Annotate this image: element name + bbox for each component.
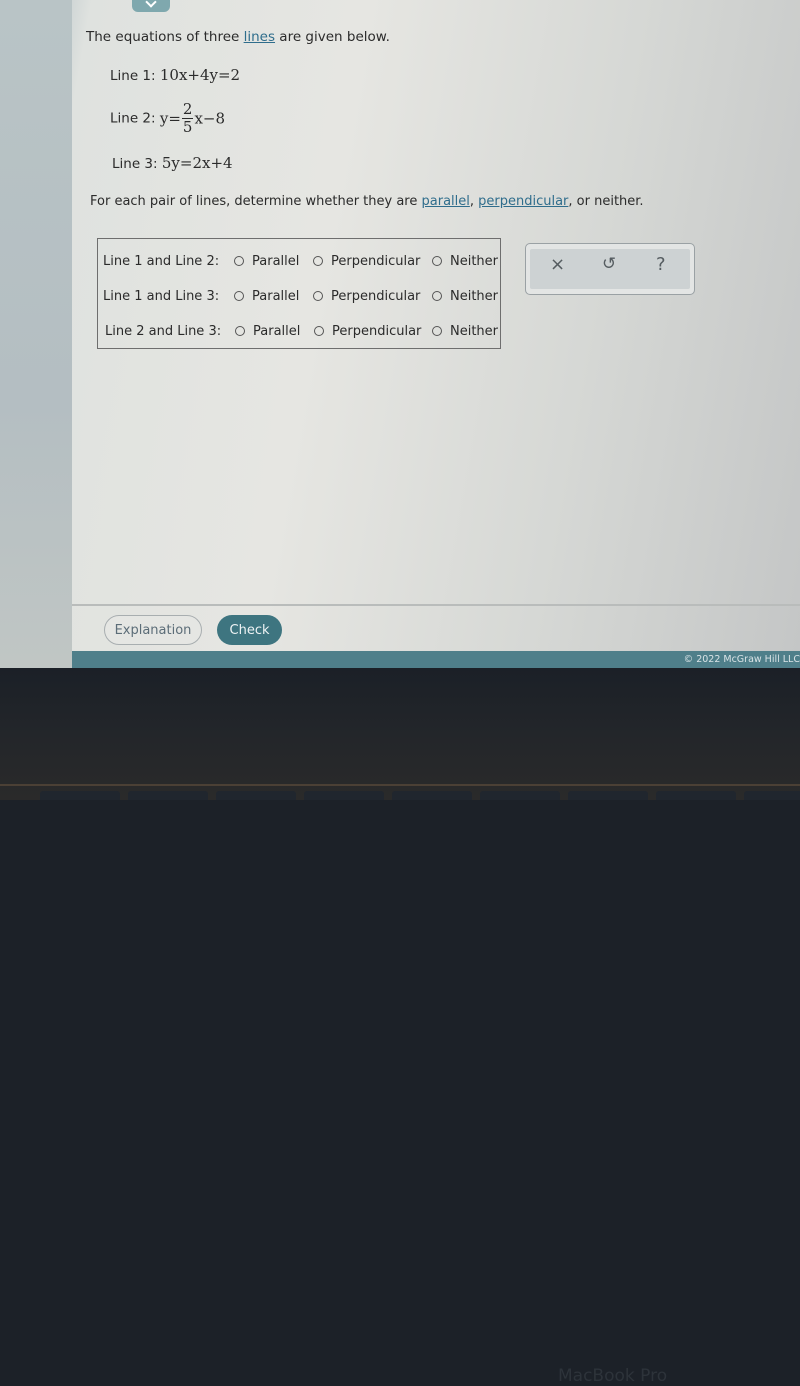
- equation-math: x−8: [194, 109, 226, 128]
- radio-button[interactable]: [432, 291, 442, 301]
- intro-text-end: are given below.: [275, 29, 390, 45]
- radio-button[interactable]: [234, 291, 244, 301]
- option-neither[interactable]: Neither: [432, 254, 498, 269]
- bezel-edge: [0, 784, 800, 786]
- key: [216, 791, 296, 800]
- equation-label: Line 3:: [112, 156, 162, 172]
- equation-line-2: Line 2: y= 2 5 x−8: [110, 102, 225, 135]
- intro-text: The equations of three: [86, 29, 244, 45]
- clear-icon[interactable]: ×: [550, 254, 565, 275]
- device-label: MacBook Pro: [558, 1366, 668, 1386]
- option-label: Neither: [450, 323, 499, 339]
- option-label: Parallel: [252, 288, 300, 304]
- equation-line-3: Line 3: 5y=2x+4: [112, 154, 233, 172]
- equation-line-1: Line 1: 10x+4y=2: [110, 66, 240, 84]
- equation-math: y=: [159, 109, 181, 128]
- keyboard-row: [0, 791, 800, 800]
- option-label: Parallel: [253, 323, 301, 339]
- question-intro: The equations of three lines are given b…: [86, 29, 390, 45]
- fraction: 25: [181, 100, 194, 136]
- lines-link[interactable]: lines: [244, 29, 275, 45]
- radio-button[interactable]: [313, 291, 323, 301]
- collapse-tab[interactable]: [132, 0, 170, 12]
- radio-button[interactable]: [432, 326, 442, 336]
- row-label: Line 1 and Line 2:: [103, 253, 220, 269]
- footer-bar: © 2022 McGraw Hill LLC: [72, 651, 800, 668]
- copyright-text: © 2022 McGraw Hill LLC: [683, 654, 800, 665]
- key: [656, 791, 736, 800]
- radio-button[interactable]: [432, 256, 442, 266]
- fraction-numerator: 2: [181, 100, 194, 119]
- option-perpendicular[interactable]: Perpendicular: [313, 289, 420, 304]
- option-label: Neither: [450, 288, 499, 304]
- equation-math: 10x+4y=2: [159, 66, 241, 84]
- row-label: Line 2 and Line 3:: [105, 323, 222, 339]
- option-parallel[interactable]: Parallel: [234, 289, 299, 304]
- option-label: Perpendicular: [331, 253, 421, 269]
- option-parallel[interactable]: Parallel: [235, 324, 300, 339]
- radio-button[interactable]: [313, 256, 323, 266]
- key: [480, 791, 560, 800]
- instruction: For each pair of lines, determine whethe…: [90, 194, 644, 209]
- instruction-text-end: , or neither.: [568, 194, 644, 209]
- option-perpendicular[interactable]: Perpendicular: [314, 324, 421, 339]
- equation-math: 5y=2x+4: [161, 154, 233, 172]
- key: [392, 791, 472, 800]
- equation-label: Line 1:: [110, 68, 160, 84]
- option-label: Perpendicular: [332, 323, 422, 339]
- left-sidebar: [0, 0, 72, 668]
- fraction-denominator: 5: [182, 118, 193, 136]
- key: [40, 791, 120, 800]
- radio-button[interactable]: [234, 256, 244, 266]
- option-label: Neither: [450, 253, 499, 269]
- radio-button[interactable]: [235, 326, 245, 336]
- option-label: Perpendicular: [331, 288, 421, 304]
- key: [568, 791, 648, 800]
- key: [128, 791, 208, 800]
- row-label: Line 1 and Line 3:: [103, 288, 220, 304]
- key: [304, 791, 384, 800]
- check-button[interactable]: Check: [217, 615, 282, 645]
- divider: [72, 604, 800, 606]
- undo-icon[interactable]: ↺: [602, 254, 616, 274]
- instruction-sep: ,: [469, 194, 479, 209]
- screen: The equations of three lines are given b…: [0, 0, 800, 668]
- laptop-bezel: MacBook Pro: [0, 668, 800, 1386]
- equation-label: Line 2:: [110, 110, 160, 127]
- answer-table: Line 1 and Line 2: Parallel Perpendicula…: [97, 238, 501, 349]
- tool-panel: × ↺ ?: [525, 243, 695, 295]
- radio-button[interactable]: [314, 326, 324, 336]
- option-neither[interactable]: Neither: [432, 289, 498, 304]
- option-parallel[interactable]: Parallel: [234, 254, 299, 269]
- perpendicular-link[interactable]: perpendicular: [478, 194, 568, 209]
- option-neither[interactable]: Neither: [432, 324, 498, 339]
- option-label: Parallel: [252, 253, 300, 269]
- help-icon[interactable]: ?: [656, 254, 666, 275]
- explanation-button[interactable]: Explanation: [104, 615, 202, 645]
- instruction-text: For each pair of lines, determine whethe…: [90, 194, 422, 209]
- option-perpendicular[interactable]: Perpendicular: [313, 254, 420, 269]
- key: [744, 791, 800, 800]
- chevron-down-icon: [145, 0, 157, 8]
- parallel-link[interactable]: parallel: [422, 194, 470, 209]
